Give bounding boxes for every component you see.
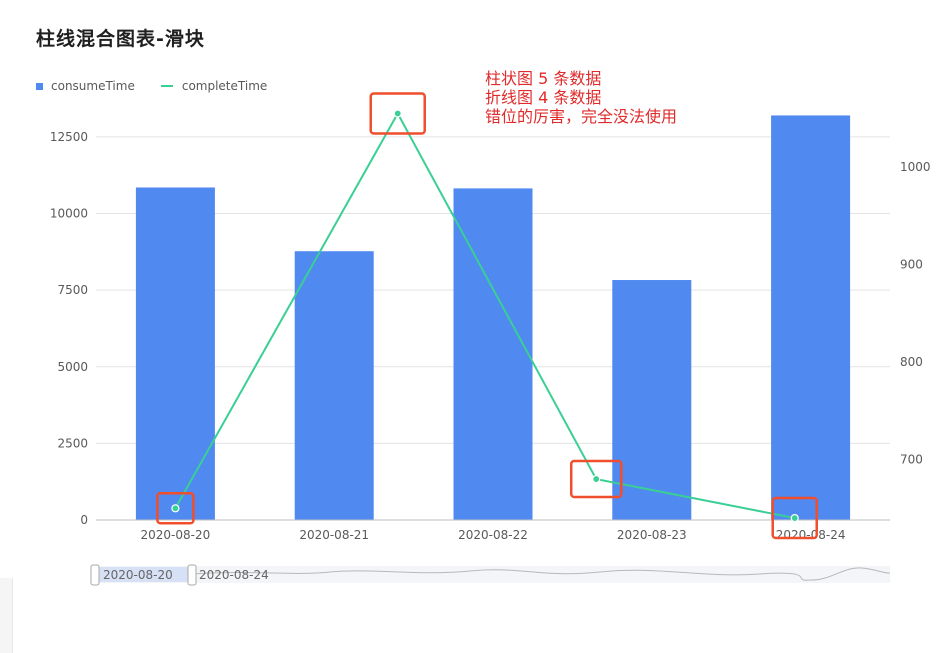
line-point-completetime[interactable] xyxy=(171,504,180,513)
slider-handle-end[interactable] xyxy=(187,564,197,586)
red-annotation-note: 柱状图 5 条数据 折线图 4 条数据 错位的厉害，完全没法使用 xyxy=(485,69,677,126)
x-tick-label: 2020-08-21 xyxy=(299,528,369,542)
annotation-line-2: 折线图 4 条数据 xyxy=(485,88,602,107)
y-left-tick-label: 7500 xyxy=(57,283,88,297)
bar-consumetime[interactable] xyxy=(294,251,374,520)
y-right-tick-label: 800 xyxy=(900,355,923,369)
slider-start-label: 2020-08-20 xyxy=(103,568,173,582)
y-left-tick-label: 5000 xyxy=(57,360,88,374)
slider-handle-start[interactable] xyxy=(90,564,100,586)
slider-end-label: 2020-08-24 xyxy=(199,568,269,582)
mixed-bar-line-chart: 0 2500 5000 7500 10000 12500 700 800 900 1000 2020… xyxy=(50,92,931,586)
y-right-tick-label: 700 xyxy=(900,453,923,467)
annotation-line-3: 错位的厉害，完全没法使用 xyxy=(485,107,678,126)
annotation-line-1: 柱状图 5 条数据 xyxy=(485,69,602,88)
x-tick-label: 2020-08-20 xyxy=(141,528,211,542)
bar-consumetime[interactable] xyxy=(135,187,215,520)
y-right-tick-label: 900 xyxy=(900,258,923,272)
y-left-tick-label: 2500 xyxy=(57,436,88,450)
x-tick-label: 2020-08-23 xyxy=(617,528,687,542)
y-left-tick-label: 10000 xyxy=(50,207,88,221)
y-left-tick-label: 12500 xyxy=(50,130,88,144)
line-point-completetime[interactable] xyxy=(393,109,402,118)
x-tick-label: 2020-08-22 xyxy=(458,528,528,542)
y-left-tick-label: 0 xyxy=(80,513,88,527)
bar-consumetime[interactable] xyxy=(771,115,851,520)
y-right-tick-label: 1000 xyxy=(900,160,931,174)
line-point-completetime[interactable] xyxy=(790,513,799,523)
line-point-completetime[interactable] xyxy=(592,474,601,484)
x-tick-label: 2020-08-24 xyxy=(776,528,846,542)
